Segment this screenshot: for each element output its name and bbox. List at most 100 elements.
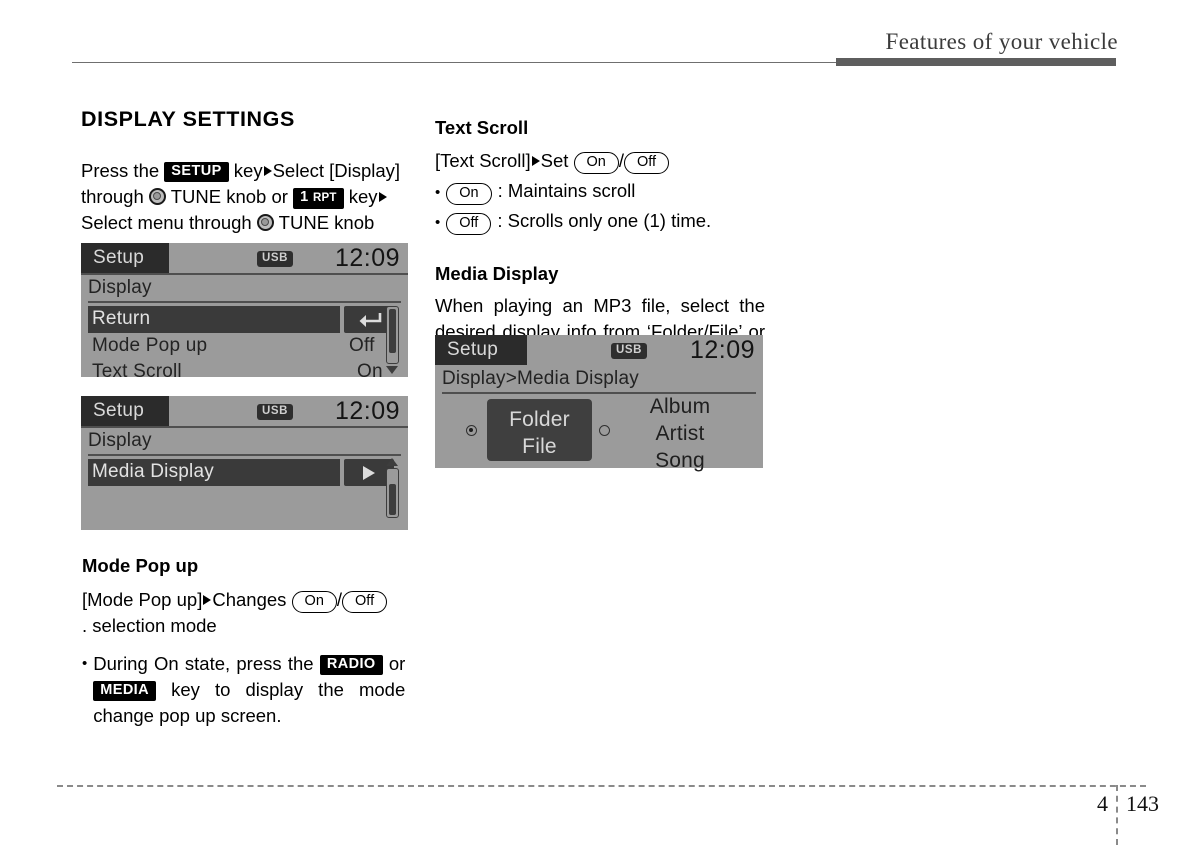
right-column: Text Scroll [Text Scroll] Set On / Off • On… <box>435 108 780 472</box>
lcd-tab-setup-3: Setup <box>435 335 527 365</box>
text-scroll-bullet-on: • On : Maintains scroll <box>435 178 780 206</box>
media-option-folder-file[interactable]: Folder File <box>487 399 592 461</box>
page-header-title: Features of your vehicle <box>885 29 1118 54</box>
instruction-text-through: through <box>81 185 144 207</box>
bullet-dot-icon: • <box>82 655 88 673</box>
mode-popup-bullet-or: or <box>388 653 406 675</box>
lcd-subtitle-display: Display <box>88 277 152 298</box>
lcd-scroll-arrow-down-icon[interactable] <box>386 366 398 374</box>
setup-key-badge: SETUP <box>164 161 229 182</box>
tune-knob-icon <box>148 187 166 205</box>
header-rule-thick <box>836 58 1116 66</box>
lcd-row-mode-popup-label[interactable]: Mode Pop up <box>92 333 207 359</box>
instruction-text-key-2: key <box>348 185 378 207</box>
rpt-key-number: 1 <box>300 188 309 205</box>
instruction-text-press-the: Press the <box>81 159 160 181</box>
mode-popup-bullet-part-1: During On state, press the <box>93 653 314 675</box>
lcd-scroll-arrow-up-icon[interactable] <box>386 458 398 466</box>
media-option-artist: Artist <box>655 422 705 445</box>
section-title-display-settings: DISPLAY SETTINGS <box>81 107 295 131</box>
text-scroll-bullet-on-text: : Maintains scroll <box>497 180 636 202</box>
mode-popup-line-2: . selection mode <box>82 615 217 637</box>
bullet-dot-icon-3: • <box>435 214 441 232</box>
lcd-row-text-scroll-value: On <box>357 361 383 382</box>
footer-rule <box>57 785 1146 787</box>
text-scroll-line-1: [Text Scroll] Set On / Off <box>435 148 780 175</box>
lcd-usb-badge-2: USB <box>257 404 294 420</box>
mode-popup-changes-text: Changes <box>212 589 287 611</box>
text-scroll-bullet-off-text: : Scrolls only one (1) time. <box>497 210 712 232</box>
mode-popup-bullet-text: During On state, press the RADIO or MEDI… <box>93 651 405 729</box>
media-option-folder-file-radio[interactable] <box>466 425 477 436</box>
text-scroll-description: [Text Scroll] Set On / Off <box>435 148 780 175</box>
lcd-row-media-display-label: Media Display <box>92 461 214 482</box>
media-option-song: Song <box>655 449 705 472</box>
instruction-text-key: key <box>233 159 263 181</box>
lcd-usb-badge-3: USB <box>611 343 648 359</box>
lcd-subtitle-media-display: Display>Media Display <box>442 368 639 389</box>
radio-key-badge: RADIO <box>319 655 383 676</box>
text-scroll-label-token: [Text Scroll] <box>435 150 531 172</box>
lcd-usb-badge: USB <box>257 251 294 267</box>
instruction-text-select-menu-through: Select menu through <box>81 211 252 233</box>
instruction-text-select-display: Select [Display] <box>272 159 401 181</box>
lcd-screen-display-menu: Setup USB 12:09 Display Return Mode Pop … <box>81 243 408 382</box>
pill-on-textscroll: On <box>573 152 619 175</box>
lcd-scrollbar-thumb[interactable] <box>389 309 396 353</box>
lcd-clock-3: 12:09 <box>689 336 755 364</box>
mode-popup-heading: Mode Pop up <box>82 555 199 576</box>
lcd-sub-divider <box>88 301 401 303</box>
media-display-heading: Media Display <box>435 263 559 285</box>
return-arrow-icon <box>359 313 382 327</box>
lcd-clock-2: 12:09 <box>334 397 400 425</box>
lcd-tab-setup: Setup <box>81 243 169 273</box>
pill-on-bullet: On <box>446 183 492 206</box>
play-triangle-icon <box>363 466 375 480</box>
arrow-right-icon-3 <box>203 595 212 606</box>
media-option-album: Album <box>649 395 711 418</box>
media-option-folder-file-line2: File <box>522 435 557 458</box>
text-scroll-set-text: Set <box>540 150 569 172</box>
lcd-sub-divider-2 <box>88 454 401 456</box>
lcd-top-divider <box>81 273 408 275</box>
pill-on-modepopup: On <box>291 591 337 614</box>
instruction-line-3: Select menu through TUNE knob <box>81 210 421 236</box>
lcd-clock: 12:09 <box>334 244 400 272</box>
pill-off-bullet: Off <box>446 213 492 236</box>
media-option-album-artist-song[interactable]: Album Artist Song <box>625 393 735 474</box>
instruction-text-tune-knob: TUNE knob <box>278 211 375 233</box>
pill-off-textscroll: Off <box>624 152 670 175</box>
arrow-right-icon-2 <box>378 191 387 202</box>
lcd-screen-media-display-options: Setup USB 12:09 Display>Media Display Fo… <box>435 335 763 472</box>
mode-popup-label-token: [Mode Pop up] <box>82 589 203 611</box>
mode-popup-description: [Mode Pop up] Changes On / Off . selection … <box>82 587 422 639</box>
lcd-row-return-label: Return <box>92 308 151 329</box>
lcd-row-text-scroll-label[interactable]: Text Scroll <box>92 359 182 385</box>
media-key-badge: MEDIA <box>93 681 156 702</box>
footer-chapter-number: 4 <box>1097 791 1108 816</box>
media-option-folder-file-line1: Folder <box>509 408 570 431</box>
lcd-top-divider-2 <box>81 426 408 428</box>
footer-vertical-rule <box>1116 785 1118 845</box>
pill-off-modepopup: Off <box>342 591 388 614</box>
lcd-subtitle-display-2: Display <box>88 430 152 451</box>
page-header: Features of your vehicle <box>0 0 1200 70</box>
instruction-line-2: through TUNE knob or 1 RPT key <box>81 184 421 210</box>
tune-knob-icon-2 <box>256 213 274 231</box>
media-option-album-artist-song-radio[interactable] <box>599 425 610 436</box>
lcd-tab-setup-2: Setup <box>81 396 169 426</box>
rpt-key-badge: 1 RPT <box>293 187 344 209</box>
mode-popup-bullet: • During On state, press the RADIO or ME… <box>82 651 422 729</box>
left-column: DISPLAY SETTINGS Press the SETUP key Sele… <box>81 107 421 726</box>
lcd-screen-media-display-menu: Setup USB 12:09 Display Media Display <box>81 396 408 530</box>
lcd-row-mode-popup-value: Off <box>349 335 375 356</box>
lcd-scrollbar-thumb-2[interactable] <box>389 484 396 515</box>
instruction-text-tune-knob-or: TUNE knob or <box>170 185 288 207</box>
rpt-key-label: RPT <box>312 191 337 204</box>
display-settings-instructions: Press the SETUP key Select [Display] thro… <box>81 158 421 236</box>
mode-popup-section: Mode Pop up [Mode Pop up] Changes On / Off … <box>82 555 422 729</box>
text-scroll-bullet-off: • Off : Scrolls only one (1) time. <box>435 208 780 236</box>
bullet-dot-icon-2: • <box>435 184 441 202</box>
text-scroll-heading: Text Scroll <box>435 117 529 138</box>
footer-page-number: 143 <box>1126 791 1159 816</box>
